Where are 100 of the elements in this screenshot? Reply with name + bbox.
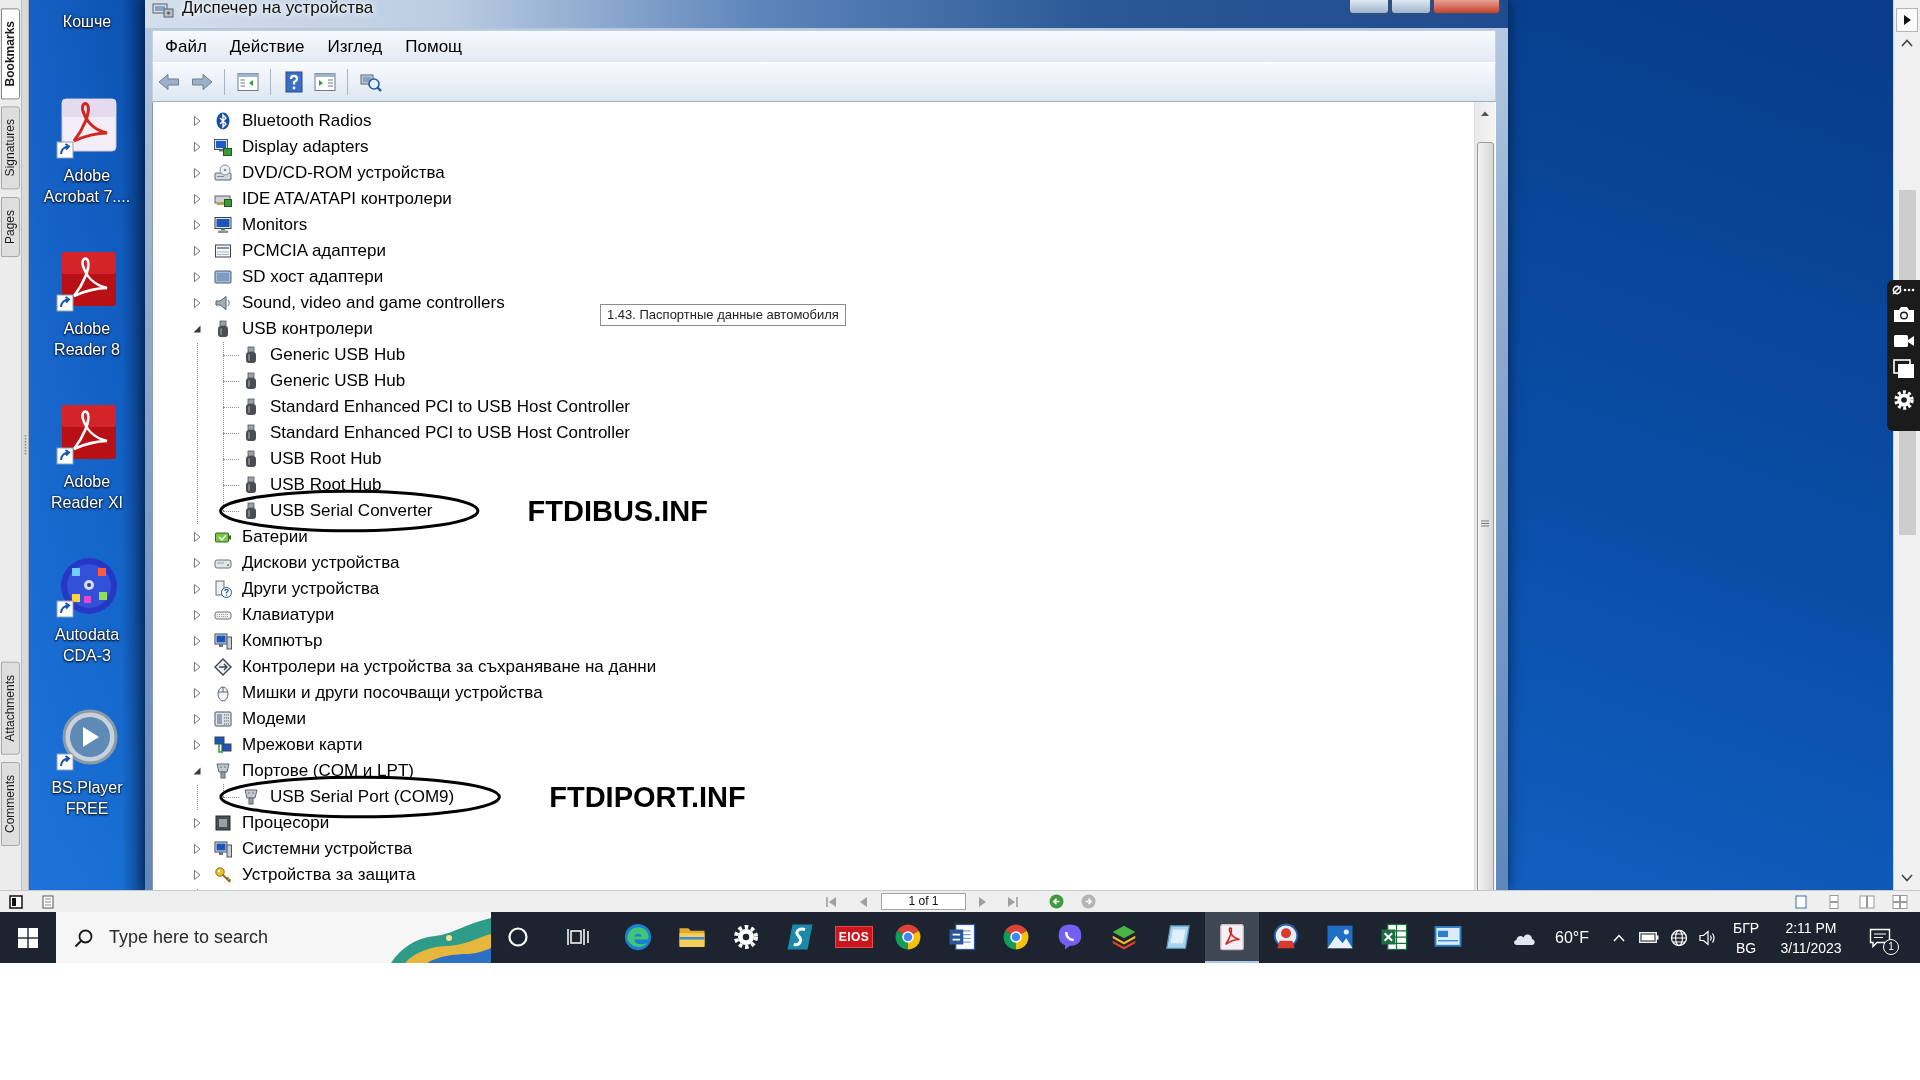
tree-item[interactable]: Monitors xyxy=(242,215,308,235)
tree-item[interactable]: USB Root Hub xyxy=(270,475,382,495)
tree-item[interactable]: Компютър xyxy=(242,631,323,651)
collapse-arrow-icon[interactable] xyxy=(191,765,203,777)
chevron-up-icon[interactable] xyxy=(1613,933,1625,942)
pdf-shortcut-icon[interactable] xyxy=(56,250,118,312)
expand-arrow-icon[interactable] xyxy=(191,245,203,257)
panel-tab[interactable]: Attachments xyxy=(1,662,20,755)
expand-arrow-icon[interactable] xyxy=(191,531,203,543)
scroll-thumb[interactable] xyxy=(1476,142,1494,890)
expand-arrow-icon[interactable] xyxy=(191,817,203,829)
settings-icon[interactable] xyxy=(1892,389,1915,411)
shortcut-label[interactable]: Кошче xyxy=(62,11,112,32)
search-box[interactable]: Type here to search xyxy=(56,912,491,963)
pdf-shortcut-icon[interactable] xyxy=(56,403,118,465)
close-button[interactable] xyxy=(1433,0,1500,14)
action-pane-icon[interactable] xyxy=(313,70,337,94)
expand-arrow-icon[interactable] xyxy=(191,869,203,881)
disc-shortcut-icon[interactable] xyxy=(56,556,118,618)
expand-arrow-icon[interactable] xyxy=(191,219,203,231)
expand-arrow-icon[interactable] xyxy=(191,141,203,153)
maximize-button[interactable] xyxy=(1391,0,1431,14)
minimize-button[interactable] xyxy=(1349,0,1389,14)
tree-item[interactable]: PCMCIA адаптери xyxy=(242,241,386,261)
scrollbar[interactable] xyxy=(1474,102,1495,890)
expand-arrow-icon[interactable] xyxy=(191,687,203,699)
video-camera-icon[interactable] xyxy=(1892,333,1915,349)
tree-item[interactable]: Устройства за защита xyxy=(242,865,416,885)
expand-pane-button[interactable] xyxy=(1896,8,1918,32)
tree-item[interactable]: Generic USB Hub xyxy=(270,371,406,391)
tree-item[interactable]: Мишки и други посочващи устройства xyxy=(242,683,543,703)
tree-item[interactable]: Модеми xyxy=(242,709,306,729)
panel-toggle-icon[interactable] xyxy=(9,894,23,909)
tree-item[interactable]: Портове (COM и LPT) xyxy=(242,761,414,781)
more-icon[interactable] xyxy=(1903,288,1915,292)
expand-arrow-icon[interactable] xyxy=(191,609,203,621)
scroll-up-icon[interactable] xyxy=(1901,39,1913,47)
shortcut-label[interactable]: Autodata CDA-3 xyxy=(54,624,120,666)
pdf-shortcut-icon[interactable] xyxy=(56,97,118,159)
tree-item[interactable]: Мрежови карти xyxy=(242,735,363,755)
notifications-button[interactable]: 1 xyxy=(1856,912,1904,963)
tree-item[interactable]: USB Root Hub xyxy=(270,449,382,469)
tree-item[interactable]: Батерии xyxy=(242,527,308,547)
expand-arrow-icon[interactable] xyxy=(191,661,203,673)
expand-arrow-icon[interactable] xyxy=(191,635,203,647)
shortcut-label[interactable]: Adobe Reader XI xyxy=(50,471,123,513)
continuous-pages-icon[interactable] xyxy=(1826,894,1842,909)
page-number-field[interactable]: 1 of 1 xyxy=(881,893,966,910)
tree-item[interactable]: DVD/CD-ROM устройства xyxy=(242,163,445,183)
tree-item[interactable]: Дискови устройства xyxy=(242,553,400,573)
facing-pages-icon[interactable] xyxy=(1859,894,1875,909)
speaker-icon[interactable] xyxy=(1699,929,1717,946)
tree-item[interactable]: Generic USB Hub xyxy=(270,345,406,365)
player-shortcut-icon[interactable] xyxy=(56,709,118,771)
expand-arrow-icon[interactable] xyxy=(191,583,203,595)
panel-tab[interactable]: Bookmarks xyxy=(1,8,20,100)
tree-item[interactable]: Контролери на устройства за съхраняване на данни xyxy=(242,657,657,677)
tree-item[interactable]: Други устройства xyxy=(242,579,380,599)
tree-item[interactable]: SD хост адаптери xyxy=(242,267,384,287)
expand-arrow-icon[interactable] xyxy=(191,297,203,309)
continuous-facing-icon[interactable] xyxy=(1892,894,1908,909)
language-code[interactable]: БГР xyxy=(1732,919,1760,936)
expand-arrow-icon[interactable] xyxy=(191,739,203,751)
menu-item[interactable]: Файл xyxy=(154,31,219,62)
panel-tab[interactable]: Comments xyxy=(1,762,20,846)
tree-item[interactable]: Системни устройства xyxy=(242,839,413,859)
scroll-up-icon[interactable] xyxy=(1480,110,1490,117)
menu-item[interactable]: Помощ xyxy=(394,31,475,62)
slashed-circle-icon[interactable] xyxy=(1892,285,1902,295)
tree-item[interactable]: Процесори xyxy=(242,813,330,833)
camera-icon[interactable] xyxy=(1892,305,1915,323)
tree-item[interactable]: Sound, video and game controllers xyxy=(242,293,505,313)
search-field[interactable]: Type here to search xyxy=(109,912,391,963)
shortcut-label[interactable]: Adobe Acrobat 7.... xyxy=(43,165,131,207)
window-stack-icon[interactable] xyxy=(1892,359,1915,379)
expand-arrow-icon[interactable] xyxy=(191,271,203,283)
temperature-text[interactable]: 60°F xyxy=(1555,928,1589,947)
tree-pane-icon[interactable] xyxy=(236,70,260,94)
expand-arrow-icon[interactable] xyxy=(191,713,203,725)
tree-item[interactable]: Standard Enhanced PCI to USB Host Controller xyxy=(270,423,631,443)
expand-arrow-icon[interactable] xyxy=(191,557,203,569)
shortcut-label[interactable]: Adobe Reader 8 xyxy=(54,318,120,360)
taskbar-button[interactable]: EIOS xyxy=(827,912,881,963)
tree-item[interactable]: IDE ATA/ATAPI контролери xyxy=(242,189,452,209)
shortcut-label[interactable]: BS.Player FREE xyxy=(51,777,123,819)
clock-time[interactable]: 2:11 PM xyxy=(1785,919,1837,936)
tree-item[interactable]: Standard Enhanced PCI to USB Host Controller xyxy=(270,397,631,417)
keyboard-layout[interactable]: BG xyxy=(1735,939,1757,956)
clock-date[interactable]: 3/11/2023 xyxy=(1780,939,1842,956)
battery-icon[interactable] xyxy=(1639,932,1659,943)
tree-item[interactable]: Клавиатури xyxy=(242,605,335,625)
globe-icon[interactable] xyxy=(1670,928,1688,947)
help-icon[interactable] xyxy=(282,70,306,94)
tree-item[interactable]: USB контролери xyxy=(242,319,373,339)
taskbar-button[interactable] xyxy=(1205,912,1259,963)
expand-arrow-icon[interactable] xyxy=(191,193,203,205)
collapse-arrow-icon[interactable] xyxy=(191,323,203,335)
expand-arrow-icon[interactable] xyxy=(191,843,203,855)
back-icon[interactable] xyxy=(1049,894,1064,909)
menu-item[interactable]: Изглед xyxy=(316,31,395,62)
